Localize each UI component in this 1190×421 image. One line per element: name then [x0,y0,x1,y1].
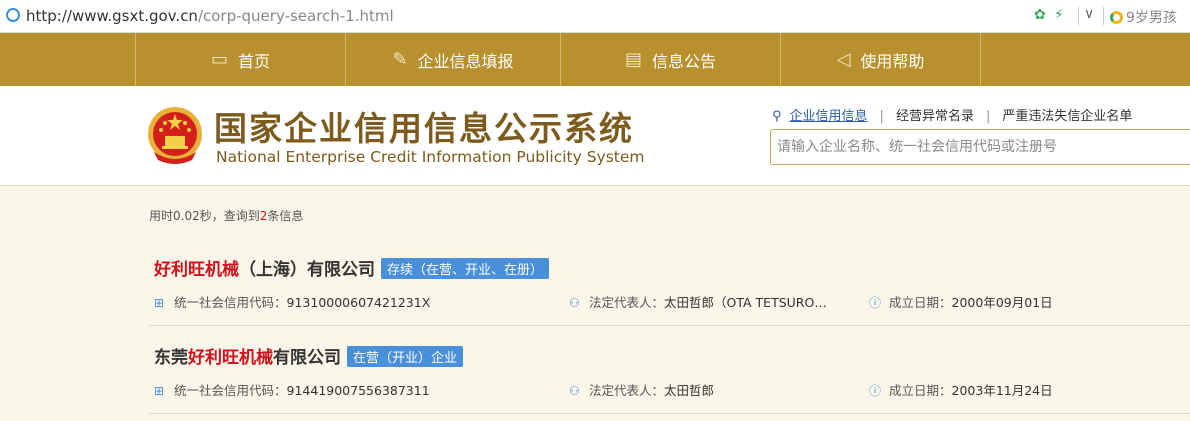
tab-credit-info[interactable]: 企业信用信息 [790,109,868,124]
tab-abnormal-list[interactable]: 经营异常名录 [896,109,974,124]
results-summary: 用时0.02秒，查询到2条信息 [149,209,304,223]
founded-date-field: ⓘ 成立日期：2000年09月01日 [869,295,1053,310]
search-input[interactable] [777,136,1187,158]
notice-icon: ▤ [624,49,642,70]
search-engine-icon [1110,11,1123,24]
result-item: 好利旺机械（上海）有限公司 存续（在营、开业、在册） ⊞ 统一社会信用代码：9131… [149,238,1190,326]
help-icon: ◁ [836,49,851,70]
result-item: 东莞好利旺机械有限公司 在营（开业）企业 ⊞ 统一社会信用代码：9144190075… [149,326,1190,414]
company-name-link[interactable]: 好利旺机械（上海）有限公司 存续（在营、开业、在册） [154,255,550,280]
national-emblem-logo [148,107,202,164]
lightning-icon[interactable]: ⚡ [1054,7,1064,23]
status-badge: 存续（在营、开业、在册） [381,258,550,279]
book-icon: ⊞ [154,296,165,310]
info-icon: ⓘ [869,384,882,398]
nav-item-fill-report[interactable]: ✎ 企业信息填报 [345,33,560,86]
edit-icon: ✎ [392,49,408,70]
nav-item-help[interactable]: ◁ 使用帮助 [780,33,980,86]
divider [1103,7,1104,25]
person-icon: ⚇ [569,296,580,310]
browser-search-box[interactable]: 9岁男孩 [1110,7,1177,27]
site-title-en: National Enterprise Credit Information P… [216,148,645,166]
query-tabs: ⚲ 企业信用信息 | 经营异常名录 | 严重违法失信企业名单 [772,109,1133,124]
address-bar[interactable]: http://www.gsxt.gov.cn/corp-query-search… [0,0,1190,33]
site-title: 国家企业信用信息公示系统 [214,109,634,148]
nav-item-notice[interactable]: ▤ 信息公告 [560,33,780,86]
main-nav: ▭ 首页 ✎ 企业信息填报 ▤ 信息公告 ◁ 使用帮助 [0,33,1190,86]
site-header: 国家企业信用信息公示系统 National Enterprise Credit … [0,86,1190,186]
search-box [770,129,1190,165]
founded-date-field: ⓘ 成立日期：2003年11月24日 [869,383,1053,398]
globe-icon [6,8,20,22]
url-text[interactable]: http://www.gsxt.gov.cn/corp-query-search… [26,7,394,25]
nav-divider [980,33,981,86]
credit-code-field: ⊞ 统一社会信用代码：914419007556387311 [154,383,430,398]
credit-code-field: ⊞ 统一社会信用代码：91310000607421231X [154,295,431,310]
refresh-extension-icon[interactable]: ✿ [1034,7,1046,23]
status-badge: 在营（开业）企业 [347,346,464,367]
divider [1078,7,1079,25]
person-icon: ⚇ [569,384,580,398]
nav-item-home[interactable]: ▭ 首页 [135,33,345,86]
monitor-icon: ▭ [210,49,228,70]
book-icon: ⊞ [154,384,165,398]
legal-rep-field: ⚇ 法定代表人：太田哲郎（OTA TETSURO… [569,295,827,310]
search-icon: ⚲ [772,109,782,124]
legal-rep-field: ⚇ 法定代表人：太田哲郎 [569,383,715,398]
tab-blacklist[interactable]: 严重违法失信企业名单 [1002,109,1132,124]
chevron-down-icon[interactable]: ∨ [1084,6,1094,22]
info-icon: ⓘ [869,296,882,310]
company-name-link[interactable]: 东莞好利旺机械有限公司 在营（开业）企业 [154,343,464,368]
